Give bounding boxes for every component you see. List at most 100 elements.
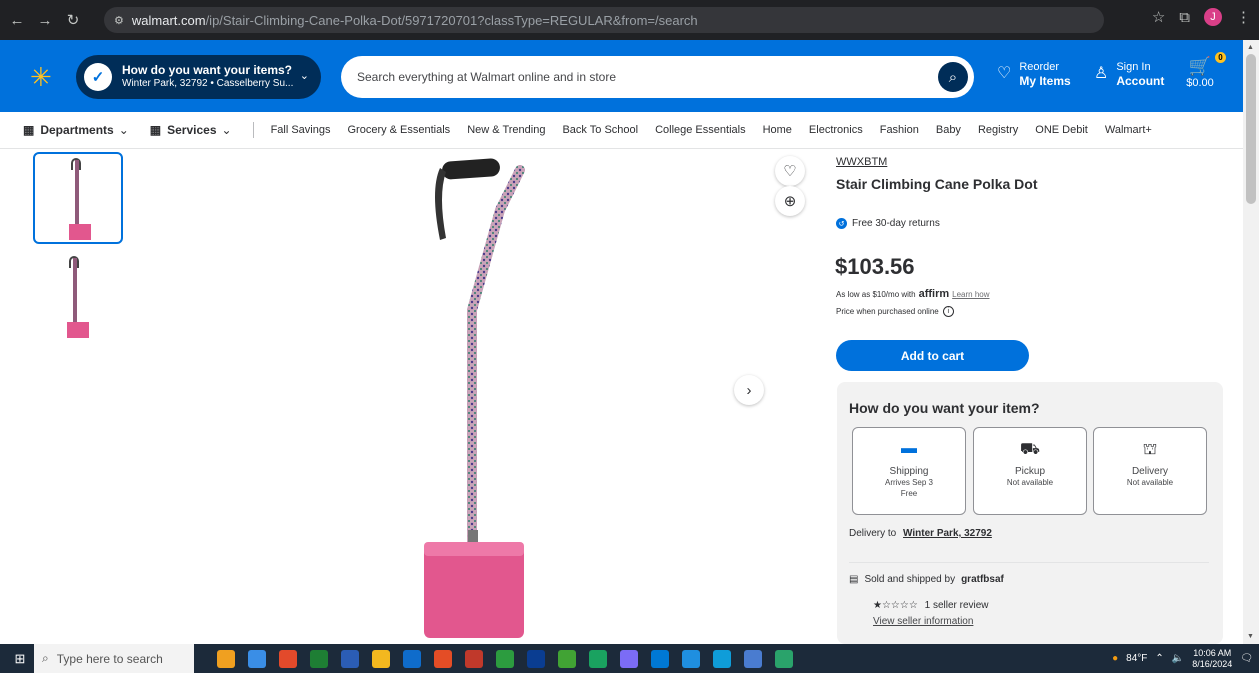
nav-item-new-trending[interactable]: New & Trending <box>467 124 545 136</box>
taskbar-app-icon[interactable] <box>527 649 545 668</box>
weather-temp[interactable]: 84°F <box>1126 653 1147 664</box>
taskbar-app-icon[interactable] <box>775 649 793 668</box>
scroll-thumb[interactable] <box>1246 54 1256 204</box>
affirm-logo: affirm <box>918 288 950 300</box>
nav-item-registry[interactable]: Registry <box>978 124 1018 136</box>
reload-icon[interactable]: ↻ <box>62 9 84 31</box>
zoom-button[interactable]: ⊕ <box>775 186 805 216</box>
chevron-down-icon: ⌄ <box>299 70 309 82</box>
nav-item-home[interactable]: Home <box>763 124 792 136</box>
heart-icon: ♡ <box>997 65 1012 82</box>
taskbar-app-icon[interactable] <box>651 649 669 668</box>
search-button[interactable]: ⌕ <box>938 62 968 92</box>
fulfillment-panel: How do you want your item? ▬ Shipping Ar… <box>837 382 1223 644</box>
cart-button[interactable]: 🛒 0 $0.00 <box>1180 52 1226 89</box>
nav-item-fall-savings[interactable]: Fall Savings <box>271 124 331 136</box>
cart-total: $0.00 <box>1186 77 1214 89</box>
cart-icon: 🛒 <box>1188 56 1212 76</box>
services-menu[interactable]: ▦ Services ⌄ <box>150 123 232 137</box>
learn-how-link[interactable]: Learn how <box>952 290 989 299</box>
store-icon: ▤ <box>849 574 859 585</box>
address-bar[interactable]: ⚙ walmart.com/ip/Stair-Climbing-Cane-Pol… <box>104 7 1104 33</box>
taskbar-app-icon[interactable] <box>465 649 483 668</box>
weather-icon[interactable]: ● <box>1112 653 1118 664</box>
taskbar-app-icon[interactable] <box>744 649 762 668</box>
return-icon: ↺ <box>836 218 847 229</box>
notifications-icon[interactable]: 🗨 <box>1240 653 1253 664</box>
nav-item-electronics[interactable]: Electronics <box>809 124 863 136</box>
clock-date: 8/16/2024 <box>1192 658 1233 669</box>
seller-name[interactable]: gratfbsaf <box>961 574 1004 585</box>
taskbar-app-icon[interactable] <box>248 649 266 668</box>
shipping-cost: Free <box>900 489 918 498</box>
search-input[interactable]: Search everything at Walmart online and … <box>341 56 974 98</box>
reorder-link[interactable]: ♡ Reorder My Items <box>997 60 1071 88</box>
taskbar-app-icon[interactable] <box>589 649 607 668</box>
favorite-button[interactable]: ♡ <box>775 156 805 186</box>
delivery-address-link[interactable]: Winter Park, 32792 <box>903 528 992 539</box>
category-nav: ▦ Departments ⌄ ▦ Services ⌄ Fall Savings Gr… <box>0 112 1243 149</box>
product-thumbnail-2[interactable] <box>33 252 123 344</box>
menu-icon[interactable]: ⋮ <box>1236 8 1251 26</box>
taskbar-app-icon[interactable] <box>434 649 452 668</box>
search-icon: ⌕ <box>42 651 49 665</box>
scroll-up-icon[interactable]: ▲ <box>1247 44 1254 51</box>
nav-item-fashion[interactable]: Fashion <box>880 124 919 136</box>
departments-menu[interactable]: ▦ Departments ⌄ <box>23 123 129 137</box>
scroll-down-icon[interactable]: ▼ <box>1247 633 1254 640</box>
checkmark-icon: ✓ <box>84 63 112 91</box>
taskbar-app-icon[interactable] <box>372 649 390 668</box>
windows-start-icon[interactable]: ⊞ <box>6 644 34 673</box>
shipping-option[interactable]: ▬ Shipping Arrives Sep 3 Free <box>852 427 966 515</box>
delivery-status: Not available <box>1126 478 1174 487</box>
taskbar-app-icon[interactable] <box>558 649 576 668</box>
taskbar-search[interactable]: ⌕ Type here to search <box>34 644 194 673</box>
seller-rating[interactable]: ★☆☆☆☆ 1 seller review <box>873 600 989 611</box>
bookmark-star-icon[interactable]: ☆ <box>1152 8 1165 26</box>
forward-icon[interactable]: → <box>34 9 56 31</box>
nav-item-back-to-school[interactable]: Back To School <box>562 124 638 136</box>
walmart-spark-logo[interactable]: ✳ <box>30 64 52 90</box>
product-thumbnail-1[interactable] <box>33 152 123 244</box>
page-scrollbar[interactable]: ▲ ▼ <box>1243 40 1259 644</box>
nav-item-baby[interactable]: Baby <box>936 124 961 136</box>
delivery-bag-icon: ⛫ <box>1142 441 1158 458</box>
taskbar-app-icon[interactable] <box>403 649 421 668</box>
location-selector[interactable]: ✓ How do you want your items? Winter Par… <box>76 55 321 99</box>
seller-info-link[interactable]: View seller information <box>873 616 973 627</box>
nav-item-grocery[interactable]: Grocery & Essentials <box>347 124 450 136</box>
browser-toolbar: ← → ↻ ⚙ walmart.com/ip/Stair-Climbing-Ca… <box>0 0 1259 40</box>
site-settings-icon[interactable]: ⚙ <box>114 14 124 27</box>
taskbar-app-icon[interactable] <box>713 649 731 668</box>
taskbar-app-icon[interactable] <box>217 649 235 668</box>
review-count: 1 seller review <box>924 600 989 611</box>
taskbar-app-icon[interactable] <box>310 649 328 668</box>
pickup-option[interactable]: ⛟ Pickup Not available <box>973 427 1087 515</box>
extensions-icon[interactable]: ⧉ <box>1179 9 1190 26</box>
taskbar-app-icon[interactable] <box>279 649 297 668</box>
location-subtitle: Winter Park, 32792 • Casselberry Su... <box>122 78 294 89</box>
delivery-option[interactable]: ⛫ Delivery Not available <box>1093 427 1207 515</box>
taskbar-clock[interactable]: 10:06 AM 8/16/2024 <box>1192 648 1232 670</box>
price-note: Price when purchased online i <box>836 306 954 317</box>
taskbar-app-icon[interactable] <box>341 649 359 668</box>
thumbnail-cane-base <box>69 224 91 240</box>
nav-item-walmart-plus[interactable]: Walmart+ <box>1105 124 1152 136</box>
taskbar-app-icon[interactable] <box>620 649 638 668</box>
nav-item-one-debit[interactable]: ONE Debit <box>1035 124 1088 136</box>
tray-chevron-icon[interactable]: ⌃ <box>1155 653 1163 664</box>
chevron-right-icon: › <box>746 381 752 399</box>
add-to-cart-button[interactable]: Add to cart <box>836 340 1029 371</box>
back-icon[interactable]: ← <box>6 9 28 31</box>
services-label: Services <box>167 123 217 137</box>
product-brand-link[interactable]: WWXBTM <box>836 156 887 168</box>
taskbar-app-icon[interactable] <box>682 649 700 668</box>
next-image-button[interactable]: › <box>734 375 764 405</box>
account-link[interactable]: ♙ Sign In Account <box>1094 60 1164 88</box>
profile-avatar[interactable]: J <box>1204 8 1222 26</box>
volume-icon[interactable]: 🔈 <box>1172 653 1184 664</box>
product-price: $103.56 <box>835 254 915 279</box>
nav-item-college[interactable]: College Essentials <box>655 124 746 136</box>
info-icon[interactable]: i <box>942 306 954 317</box>
taskbar-app-icon[interactable] <box>496 649 514 668</box>
